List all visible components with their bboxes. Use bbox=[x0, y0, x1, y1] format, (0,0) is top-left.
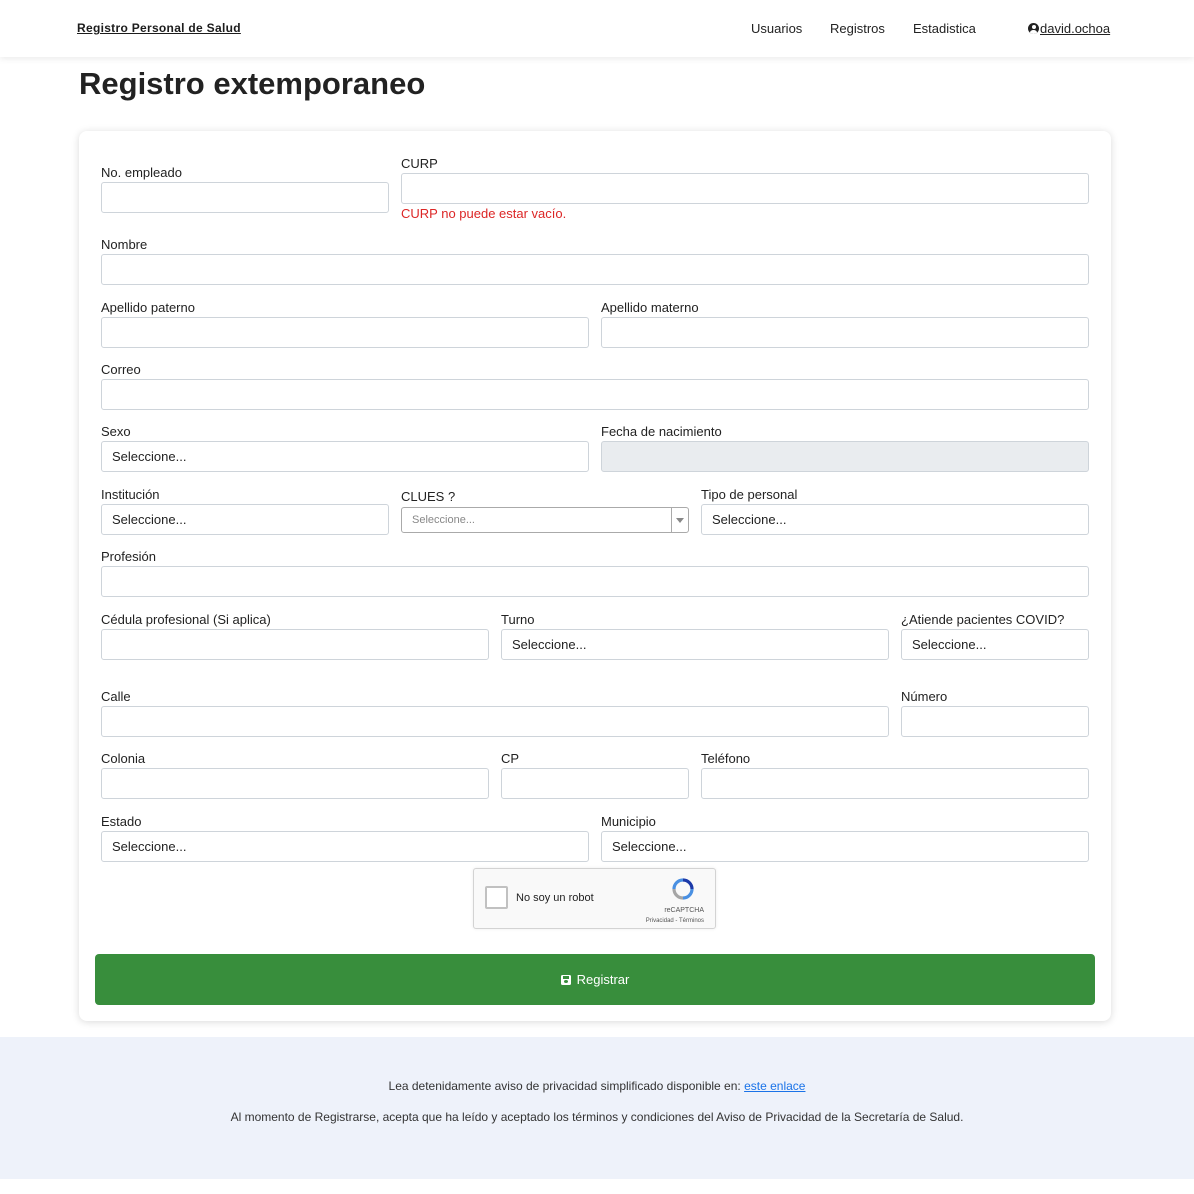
footer: Lea detenidamente aviso de privacidad si… bbox=[0, 1037, 1194, 1179]
tipo-personal-select[interactable]: Seleccione... bbox=[701, 504, 1089, 535]
terms-notice: Al momento de Registrarse, acepta que ha… bbox=[230, 1110, 964, 1124]
nombre-label: Nombre bbox=[101, 237, 148, 252]
cedula-input[interactable] bbox=[101, 629, 489, 660]
covid-select[interactable]: Seleccione... bbox=[901, 629, 1089, 660]
apellido-materno-label: Apellido materno bbox=[601, 300, 699, 315]
recaptcha-label: No soy un robot bbox=[516, 892, 594, 904]
calle-input[interactable] bbox=[101, 706, 889, 737]
privacy-notice: Lea detenidamente aviso de privacidad si… bbox=[0, 1079, 1194, 1093]
apellido-paterno-label: Apellido paterno bbox=[101, 300, 195, 315]
institucion-select[interactable]: Seleccione... bbox=[101, 504, 389, 535]
recaptcha-logo-icon bbox=[672, 878, 694, 900]
telefono-label: Teléfono bbox=[701, 751, 751, 766]
turno-label: Turno bbox=[501, 612, 535, 627]
numero-label: Número bbox=[901, 689, 948, 704]
registrar-button-label: Registrar bbox=[576, 972, 630, 987]
apellido-materno-input[interactable] bbox=[601, 317, 1089, 348]
profesion-label: Profesión bbox=[101, 549, 156, 564]
colonia-label: Colonia bbox=[101, 751, 146, 766]
clues-label: CLUES ? bbox=[401, 489, 456, 504]
save-icon bbox=[560, 974, 571, 985]
page-title: Registro extemporaneo bbox=[79, 66, 426, 101]
tipo-personal-label: Tipo de personal bbox=[701, 487, 798, 502]
brand-link[interactable]: Registro Personal de Salud bbox=[77, 21, 241, 35]
privacy-notice-text: Lea detenidamente aviso de privacidad si… bbox=[388, 1079, 745, 1093]
user-menu[interactable]: david.ochoa bbox=[1028, 21, 1110, 36]
profesion-input[interactable] bbox=[101, 566, 1089, 597]
estado-label: Estado bbox=[101, 814, 142, 829]
sexo-select[interactable]: Seleccione... bbox=[101, 441, 589, 472]
user-circle-icon bbox=[1028, 23, 1039, 34]
clues-select[interactable]: Seleccione... bbox=[401, 507, 689, 533]
telefono-input[interactable] bbox=[701, 768, 1089, 799]
nav-estadistica[interactable]: Estadistica bbox=[913, 21, 976, 36]
no-empleado-label: No. empleado bbox=[101, 165, 182, 180]
institucion-label: Institución bbox=[101, 487, 160, 502]
user-name: david.ochoa bbox=[1040, 21, 1111, 36]
colonia-input[interactable] bbox=[101, 768, 489, 799]
curp-error: CURP no puede estar vacío. bbox=[401, 206, 567, 221]
apellido-paterno-input[interactable] bbox=[101, 317, 589, 348]
fecha-nacimiento-input bbox=[601, 441, 1089, 472]
registrar-button[interactable]: Registrar bbox=[95, 954, 1095, 1005]
cp-input[interactable] bbox=[501, 768, 689, 799]
covid-label: ¿Atiende pacientes COVID? bbox=[901, 612, 1065, 627]
calle-label: Calle bbox=[101, 689, 131, 704]
municipio-select[interactable]: Seleccione... bbox=[601, 831, 1089, 862]
turno-select[interactable]: Seleccione... bbox=[501, 629, 889, 660]
cedula-label: Cédula profesional (Si aplica) bbox=[101, 612, 271, 627]
municipio-label: Municipio bbox=[601, 814, 656, 829]
recaptcha-widget: No soy un robot reCAPTCHA Privacidad - T… bbox=[473, 868, 716, 929]
curp-label: CURP bbox=[401, 156, 438, 171]
cp-label: CP bbox=[501, 751, 520, 766]
estado-select[interactable]: Seleccione... bbox=[101, 831, 589, 862]
clues-select-value: Seleccione... bbox=[412, 514, 475, 526]
sexo-label: Sexo bbox=[101, 424, 131, 439]
nombre-input[interactable] bbox=[101, 254, 1089, 285]
nav-usuarios[interactable]: Usuarios bbox=[751, 21, 802, 36]
recaptcha-brand: reCAPTCHA bbox=[664, 907, 704, 914]
correo-label: Correo bbox=[101, 362, 141, 377]
navbar: Registro Personal de Salud Usuarios Regi… bbox=[0, 0, 1194, 57]
correo-input[interactable] bbox=[101, 379, 1089, 410]
numero-input[interactable] bbox=[901, 706, 1089, 737]
recaptcha-terms-link[interactable]: Privacidad - Términos bbox=[646, 918, 704, 924]
fecha-nacimiento-label: Fecha de nacimiento bbox=[601, 424, 722, 439]
privacy-link[interactable]: este enlace bbox=[744, 1079, 805, 1093]
chevron-down-icon[interactable] bbox=[671, 508, 688, 532]
curp-input[interactable] bbox=[401, 173, 1089, 204]
recaptcha-checkbox[interactable] bbox=[485, 886, 508, 909]
no-empleado-input[interactable] bbox=[101, 182, 389, 213]
nav-registros[interactable]: Registros bbox=[830, 21, 885, 36]
registration-form: No. empleado CURP CURP no puede estar va… bbox=[79, 131, 1111, 1021]
